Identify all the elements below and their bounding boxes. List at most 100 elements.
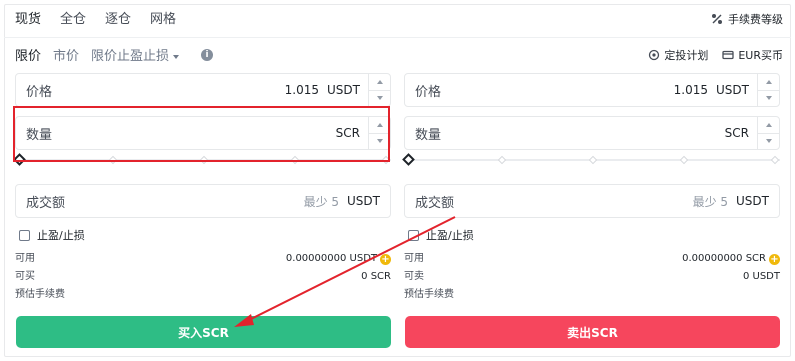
buy-button[interactable]: 买入SCR xyxy=(16,316,391,348)
buy-total-input[interactable]: 成交额 最少 5 USDT xyxy=(15,184,391,218)
buy-price-label: 价格 xyxy=(26,84,53,100)
tab-grid[interactable]: 网格 xyxy=(150,10,176,30)
slider-mark-75[interactable] xyxy=(290,155,300,165)
sell-fee-label: 预估手续费 xyxy=(404,289,454,300)
sell-total-label: 成交额 xyxy=(415,195,455,211)
chevron-down-icon xyxy=(173,54,180,59)
sell-fee-row: 预估手续费 xyxy=(404,286,780,304)
buy-tp-sl-label: 止盈/止损 xyxy=(37,229,85,242)
sell-max-row: 可卖 0 USDT xyxy=(404,268,780,286)
sell-amount-stepper xyxy=(757,117,779,149)
buy-percent-slider[interactable] xyxy=(13,150,391,170)
chevron-up-icon xyxy=(376,122,383,127)
sell-available-value: 0.00000000 SCR xyxy=(682,253,766,264)
sell-total-input[interactable]: 成交额 最少 5 USDT xyxy=(404,184,780,218)
sell-amount-label: 数量 xyxy=(415,127,442,143)
buy-price-value: 1.015 xyxy=(284,83,320,97)
slider-handle[interactable] xyxy=(402,153,415,166)
sell-percent-slider[interactable] xyxy=(402,150,780,170)
sell-total-placeholder: 最少 5 xyxy=(692,194,729,209)
buy-total-placeholder: 最少 5 xyxy=(303,194,340,209)
buy-total-label: 成交额 xyxy=(26,195,66,211)
sell-available-label: 可用 xyxy=(404,253,424,264)
buy-max-row: 可买 0 SCR xyxy=(15,268,391,286)
chevron-down-icon xyxy=(376,139,383,144)
auto-invest-link[interactable]: 定投计划 xyxy=(648,47,708,63)
chevron-up-icon xyxy=(376,79,383,84)
decrement-button[interactable] xyxy=(369,132,390,150)
decrement-button[interactable] xyxy=(758,132,779,150)
sell-amount-input[interactable]: 数量 SCR xyxy=(404,116,780,150)
sell-price-label: 价格 xyxy=(415,84,442,100)
sell-tp-sl-toggle[interactable]: 止盈/止损 xyxy=(404,228,780,242)
sell-amount-unit: SCR xyxy=(724,126,749,140)
fee-level-link[interactable]: 手续费等级 xyxy=(711,11,783,27)
sell-price-input[interactable]: 价格 1.015 USDT xyxy=(404,73,780,107)
slider-handle[interactable] xyxy=(13,153,26,166)
sell-max-value: 0 USDT xyxy=(742,271,780,282)
sell-total-unit: USDT xyxy=(736,194,769,208)
buy-tp-sl-toggle[interactable]: 止盈/止损 xyxy=(15,228,391,242)
margin-mode-tabs: 现货 全仓 逐仓 网格 xyxy=(15,10,195,30)
order-type-tabs: 限价 市价 限价止盈止损 i xyxy=(15,45,214,64)
header-divider xyxy=(4,37,791,38)
decrement-button[interactable] xyxy=(369,89,390,107)
chevron-up-icon xyxy=(765,79,772,84)
order-type-stop-limit-label: 限价止盈止损 xyxy=(91,49,170,64)
increment-button[interactable] xyxy=(758,117,779,133)
plus-circle-icon[interactable]: + xyxy=(380,253,391,265)
slider-mark-75[interactable] xyxy=(679,155,689,165)
slider-mark-100[interactable] xyxy=(770,155,780,165)
buy-max-value: 0 SCR xyxy=(361,271,391,282)
buy-available-label: 可用 xyxy=(15,253,35,264)
checkbox[interactable] xyxy=(19,229,30,241)
checkbox[interactable] xyxy=(408,229,419,241)
slider-mark-50[interactable] xyxy=(588,155,598,165)
order-type-limit[interactable]: 限价 xyxy=(15,45,41,64)
decrement-button[interactable] xyxy=(758,89,779,107)
buy-total-unit: USDT xyxy=(347,194,380,208)
slider-mark-50[interactable] xyxy=(199,155,209,165)
sell-info: 可用 0.00000000 SCR + 可卖 0 USDT 预估手续费 xyxy=(404,250,780,304)
buy-price-input[interactable]: 价格 1.015 USDT xyxy=(15,73,391,107)
tab-cross[interactable]: 全仓 xyxy=(60,10,86,30)
sell-price-value: 1.015 xyxy=(673,83,709,97)
slider-mark-100[interactable] xyxy=(381,155,391,165)
slider-mark-25[interactable] xyxy=(497,155,507,165)
buy-available-value: 0.00000000 USDT xyxy=(285,253,377,264)
percent-icon xyxy=(712,14,722,24)
increment-button[interactable] xyxy=(369,117,390,133)
chevron-down-icon xyxy=(765,96,772,101)
tab-spot[interactable]: 现货 xyxy=(15,10,41,30)
sell-form: 价格 1.015 USDT 数量 SCR 成交额 最少 5 USDT 止盈/止损 xyxy=(402,73,780,304)
buy-max-label: 可买 xyxy=(15,271,35,282)
plus-circle-icon[interactable]: + xyxy=(769,253,780,265)
eur-buy-label: EUR买币 xyxy=(738,49,783,62)
order-tools: 定投计划 EUR买币 xyxy=(648,47,783,63)
slider-mark-25[interactable] xyxy=(108,155,118,165)
info-icon[interactable]: i xyxy=(201,48,214,61)
increment-button[interactable] xyxy=(369,74,390,90)
order-type-stop-limit[interactable]: 限价止盈止损 xyxy=(91,45,180,64)
sell-tp-sl-label: 止盈/止损 xyxy=(426,229,474,242)
buy-amount-stepper xyxy=(368,117,390,149)
card-icon xyxy=(722,50,734,60)
buy-fee-row: 预估手续费 xyxy=(15,286,391,304)
chevron-up-icon xyxy=(765,122,772,127)
recurring-icon xyxy=(649,49,660,61)
eur-buy-link[interactable]: EUR买币 xyxy=(722,47,783,63)
buy-amount-input[interactable]: 数量 SCR xyxy=(15,116,391,150)
chevron-down-icon xyxy=(765,139,772,144)
sell-available-row: 可用 0.00000000 SCR + xyxy=(404,250,780,268)
tab-isolated[interactable]: 逐仓 xyxy=(105,10,131,30)
sell-price-unit: USDT xyxy=(716,83,749,97)
increment-button[interactable] xyxy=(758,74,779,90)
sell-button[interactable]: 卖出SCR xyxy=(405,316,780,348)
buy-form: 价格 1.015 USDT 数量 SCR 成交额 最少 5 USDT 止盈/止损 xyxy=(13,73,391,304)
buy-price-stepper xyxy=(368,74,390,106)
buy-amount-unit: SCR xyxy=(335,126,360,140)
chevron-down-icon xyxy=(376,96,383,101)
auto-invest-label: 定投计划 xyxy=(664,49,709,62)
sell-max-label: 可卖 xyxy=(404,271,424,282)
order-type-market[interactable]: 市价 xyxy=(53,45,79,64)
